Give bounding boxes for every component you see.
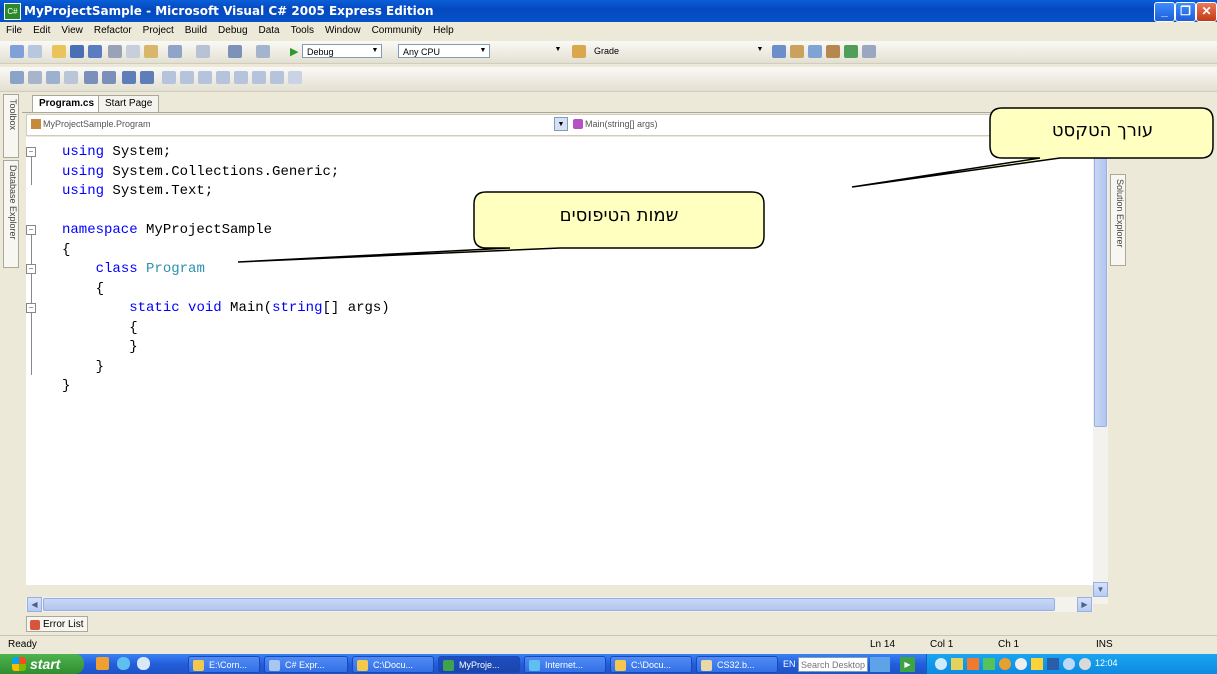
callout-overlay bbox=[237, 107, 1214, 263]
callout-bubble-type-names bbox=[237, 191, 765, 263]
callout-text-editor: עורך הטקסט bbox=[1051, 120, 1154, 141]
callout-type-names: שמות הטיפוסים bbox=[559, 205, 679, 226]
